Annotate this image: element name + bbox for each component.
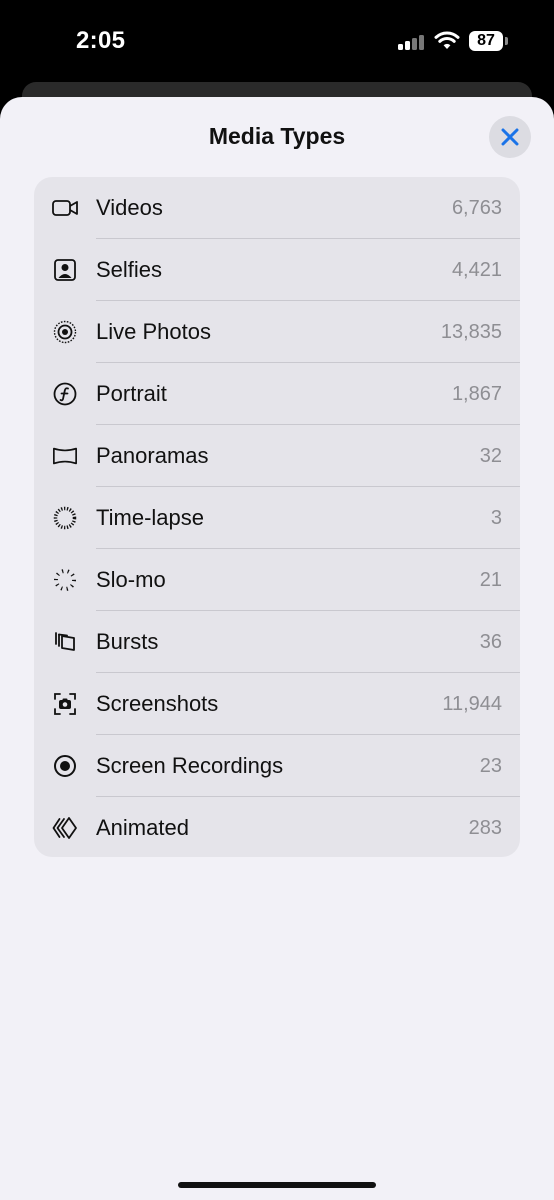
list-item-label: Screenshots (96, 691, 219, 716)
portrait-aperture-icon (52, 382, 78, 406)
list-item-videos[interactable]: Videos 6,763 (34, 177, 520, 239)
screenshot-icon (52, 692, 78, 716)
home-indicator (178, 1182, 376, 1188)
list-item-count: 32 (479, 445, 502, 467)
list-item-count: 1,867 (451, 383, 502, 405)
battery-nub (505, 37, 508, 45)
list-item-bursts[interactable]: Bursts 36 (34, 611, 520, 673)
list-item-label: Panoramas (96, 443, 209, 468)
list-item-portrait[interactable]: Portrait 1,867 (34, 363, 520, 425)
timelapse-icon (52, 506, 78, 530)
list-item-label: Animated (96, 815, 189, 840)
list-item-count: 3 (490, 507, 502, 529)
wifi-icon (434, 31, 460, 49)
list-item-count: 11,944 (442, 693, 502, 715)
panorama-icon (52, 444, 78, 468)
status-bar: 2:05 87 (0, 0, 554, 86)
list-item-selfies[interactable]: Selfies 4,421 (34, 239, 520, 301)
list-item-screen-recordings[interactable]: Screen Recordings 23 (34, 735, 520, 797)
list-item-label: Videos (96, 195, 163, 220)
slomo-icon (52, 568, 78, 592)
list-item-label: Bursts (96, 629, 159, 654)
list-item-animated[interactable]: Animated 283 (34, 797, 520, 857)
close-button[interactable] (489, 116, 531, 158)
animated-icon (52, 816, 78, 840)
video-camera-icon (52, 196, 78, 220)
list-item-time-lapse[interactable]: Time-lapse 3 (34, 487, 520, 549)
list-item-count: 4,421 (451, 259, 502, 281)
list-item-slo-mo[interactable]: Slo-mo 21 (34, 549, 520, 611)
list-item-label: Portrait (96, 381, 167, 406)
media-types-sheet: Media Types Videos 6,763 Selfies 4,421 L… (0, 97, 554, 1200)
list-item-count: 283 (468, 817, 502, 839)
list-item-live-photos[interactable]: Live Photos 13,835 (34, 301, 520, 363)
list-item-label: Live Photos (96, 319, 211, 344)
list-item-label: Selfies (96, 257, 163, 282)
cellular-signal-icon (398, 34, 426, 50)
bursts-icon (52, 630, 78, 654)
media-types-list: Videos 6,763 Selfies 4,421 Live Photos 1… (34, 177, 520, 857)
sheet-title: Media Types (208, 123, 346, 149)
screen-recording-icon (52, 754, 78, 778)
list-item-label: Slo-mo (96, 567, 166, 592)
list-item-screenshots[interactable]: Screenshots 11,944 (34, 673, 520, 735)
list-item-panoramas[interactable]: Panoramas 32 (34, 425, 520, 487)
battery-indicator: 87 (469, 31, 503, 51)
list-item-count: 36 (479, 631, 502, 653)
xmark-icon (501, 128, 519, 146)
list-item-count: 13,835 (440, 321, 502, 343)
list-item-count: 21 (479, 569, 502, 591)
live-photo-icon (52, 320, 78, 344)
list-item-label: Screen Recordings (96, 753, 284, 778)
list-item-count: 23 (479, 755, 502, 777)
status-time: 2:05 (76, 27, 126, 54)
selfie-portrait-icon (52, 258, 78, 282)
list-item-count: 6,763 (451, 197, 502, 219)
list-item-label: Time-lapse (96, 505, 204, 530)
